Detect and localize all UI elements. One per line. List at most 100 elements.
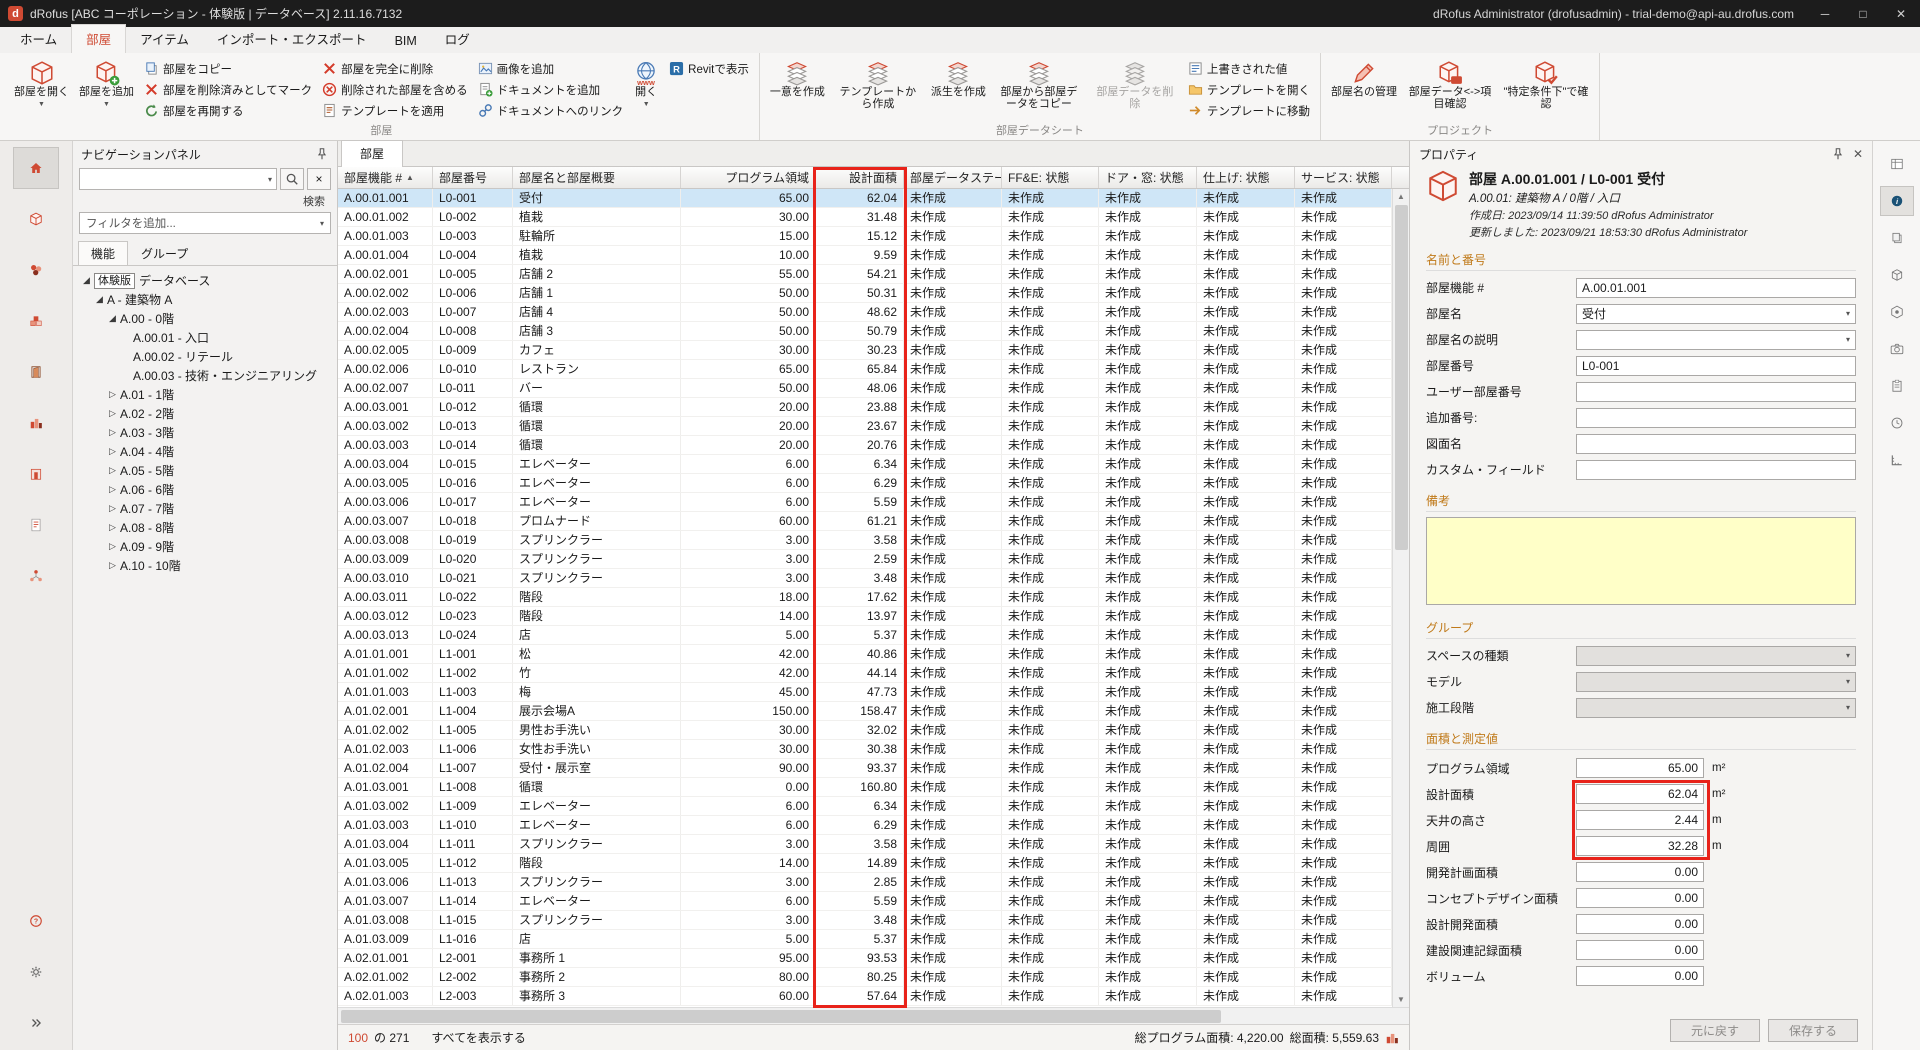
area-value-input[interactable]: 65.00 [1576, 758, 1704, 778]
tree-toggle-icon[interactable]: ▷ [105, 427, 120, 438]
tree-item[interactable]: ◢A - 建築物 A [73, 290, 337, 309]
table-row[interactable]: A.00.03.010L0-021スプリンクラー3.003.48未作成未作成未作… [338, 569, 1392, 588]
tree-item[interactable]: ◢体験版データベース [73, 271, 337, 290]
ribbon-tab[interactable]: 部屋 [71, 24, 126, 53]
column-header[interactable]: 部屋データステータス [904, 167, 1002, 188]
copy-room-data-button[interactable]: 部屋から部屋データをコピー [991, 55, 1087, 124]
field-input[interactable]: L0-001 [1576, 356, 1856, 376]
area-value-input[interactable]: 62.04 [1576, 784, 1704, 804]
field-input[interactable]: A.00.01.001 [1576, 278, 1856, 298]
table-row[interactable]: A.00.03.011L0-022階段18.0017.62未作成未作成未作成未作… [338, 588, 1392, 607]
column-header[interactable]: 部屋機能 #▲ [338, 167, 433, 188]
search-button[interactable] [280, 168, 304, 190]
table-row[interactable]: A.01.03.003L1-010エレベーター6.006.29未作成未作成未作成… [338, 816, 1392, 835]
field-input[interactable] [1576, 382, 1856, 402]
table-row[interactable]: A.00.02.001L0-005店舗 255.0054.21未作成未作成未作成… [338, 265, 1392, 284]
tab-rooms[interactable]: 部屋 [341, 140, 403, 167]
table-row[interactable]: A.01.03.005L1-012階段14.0014.89未作成未作成未作成未作… [338, 854, 1392, 873]
table-row[interactable]: A.01.01.001L1-001松42.0040.86未作成未作成未作成未作成… [338, 645, 1392, 664]
field-input[interactable] [1576, 408, 1856, 428]
field-select[interactable]: ▾ [1576, 330, 1856, 350]
tree-toggle-icon[interactable]: ▷ [105, 560, 120, 571]
table-row[interactable]: A.01.01.003L1-003梅45.0047.73未作成未作成未作成未作成… [338, 683, 1392, 702]
room-data-item-check-button[interactable]: 部屋データ<->項目確認 [1402, 55, 1498, 124]
add-filter-dropdown[interactable]: フィルタを追加... ▾ [79, 212, 331, 234]
room-name-management-button[interactable]: 部屋名の管理 [1326, 55, 1402, 124]
table-row[interactable]: A.00.02.006L0-010レストラン65.0065.84未作成未作成未作… [338, 360, 1392, 379]
field-select[interactable]: ▾ [1576, 672, 1856, 692]
tree-item[interactable]: ▷A.04 - 4階 [73, 442, 337, 461]
field-select[interactable]: 受付▾ [1576, 304, 1856, 324]
table-row[interactable]: A.00.03.002L0-013循環20.0023.67未作成未作成未作成未作… [338, 417, 1392, 436]
tree-toggle-icon[interactable]: ▷ [105, 408, 120, 419]
table-row[interactable]: A.02.01.002L2-002事務所 280.0080.25未作成未作成未作… [338, 968, 1392, 987]
search-input[interactable] [84, 171, 268, 187]
table-row[interactable]: A.02.01.003L2-003事務所 360.0057.64未作成未作成未作… [338, 987, 1392, 1006]
table-row[interactable]: A.01.03.004L1-011スプリンクラー3.003.58未作成未作成未作… [338, 835, 1392, 854]
chevrons-button[interactable] [13, 1002, 59, 1044]
area-value-input[interactable]: 2.44 [1576, 810, 1704, 830]
open-template-button[interactable]: テンプレートを開く [1183, 79, 1315, 100]
field-select[interactable]: ▾ [1576, 698, 1856, 718]
tree-toggle-icon[interactable]: ▷ [105, 541, 120, 552]
horizontal-scrollbar[interactable] [338, 1007, 1409, 1024]
area-value-input[interactable]: 0.00 [1576, 862, 1704, 882]
tree-toggle-icon[interactable]: ▷ [105, 503, 120, 514]
table-row[interactable]: A.00.03.005L0-016エレベーター6.006.29未作成未作成未作成… [338, 474, 1392, 493]
table-row[interactable]: A.00.02.003L0-007店舗 450.0048.62未作成未作成未作成… [338, 303, 1392, 322]
scroll-down-icon[interactable]: ▼ [1397, 992, 1405, 1007]
pin-icon[interactable] [315, 147, 329, 161]
tree-item[interactable]: ▷A.09 - 9階 [73, 537, 337, 556]
table-row[interactable]: A.01.03.008L1-015スプリンクラー3.003.48未作成未作成未作… [338, 911, 1392, 930]
ribbon-tab[interactable]: アイテム [126, 25, 203, 53]
tree-toggle-icon[interactable]: ◢ [92, 294, 107, 305]
panel-camera-button[interactable] [1880, 334, 1914, 364]
add-document-button[interactable]: ドキュメントを追加 [473, 79, 629, 100]
module-door-button[interactable] [13, 351, 59, 393]
open-room-button[interactable]: 部屋を開く ▼ [9, 55, 74, 124]
table-row[interactable]: A.01.03.006L1-013スプリンクラー3.002.85未作成未作成未作… [338, 873, 1392, 892]
horizontal-scroll-thumb[interactable] [341, 1010, 1221, 1023]
table-row[interactable]: A.01.03.007L1-014エレベーター6.005.59未作成未作成未作成… [338, 892, 1392, 911]
pin-icon[interactable] [1831, 147, 1845, 161]
table-row[interactable]: A.01.02.003L1-006女性お手洗い30.0030.38未作成未作成未… [338, 740, 1392, 759]
tree-toggle-icon[interactable]: ▷ [105, 389, 120, 400]
document-link-button[interactable]: ドキュメントへのリンク [473, 100, 629, 121]
area-value-input[interactable]: 0.00 [1576, 940, 1704, 960]
table-row[interactable]: A.00.01.004L0-004植栽10.009.59未作成未作成未作成未作成… [338, 246, 1392, 265]
table-row[interactable]: A.00.03.013L0-024店5.005.37未作成未作成未作成未作成未作… [338, 626, 1392, 645]
tree-toggle-icon[interactable]: ▷ [105, 446, 120, 457]
column-header[interactable]: 部屋名と部屋概要 [513, 167, 681, 188]
panel-clock-button[interactable] [1880, 408, 1914, 438]
maximize-button[interactable]: □ [1844, 0, 1882, 27]
table-row[interactable]: A.00.03.009L0-020スプリンクラー3.002.59未作成未作成未作… [338, 550, 1392, 569]
add-room-button[interactable]: 部屋を追加 ▼ [74, 55, 139, 124]
include-deleted-rooms-button[interactable]: 削除された部屋を含める [317, 79, 473, 100]
tree-item[interactable]: ▷A.03 - 3階 [73, 423, 337, 442]
column-header[interactable]: 部屋番号 [433, 167, 513, 188]
table-row[interactable]: A.00.02.002L0-006店舗 150.0050.31未作成未作成未作成… [338, 284, 1392, 303]
help-button[interactable]: ? [13, 900, 59, 942]
table-row[interactable]: A.01.02.004L1-007受付・展示室90.0093.37未作成未作成未… [338, 759, 1392, 778]
tree-toggle-icon[interactable]: ▷ [105, 484, 120, 495]
module-home-button[interactable] [13, 147, 59, 189]
tree-item[interactable]: ▷A.06 - 6階 [73, 480, 337, 499]
tree-item[interactable]: A.00.01 - 入口 [73, 328, 337, 347]
area-value-input[interactable]: 32.28 [1576, 836, 1704, 856]
field-input[interactable] [1576, 434, 1856, 454]
table-row[interactable]: A.01.01.002L1-002竹42.0044.14未作成未作成未作成未作成… [338, 664, 1392, 683]
chevron-down-icon[interactable]: ▾ [268, 175, 272, 184]
table-row[interactable]: A.00.02.007L0-011バー50.0048.06未作成未作成未作成未作… [338, 379, 1392, 398]
create-derived-button[interactable]: 派生を作成 [926, 55, 991, 124]
table-row[interactable]: A.01.03.001L1-008循環0.00160.80未作成未作成未作成未作… [338, 778, 1392, 797]
tree-toggle-icon[interactable]: ▷ [105, 522, 120, 533]
panel-info-button[interactable]: i [1880, 186, 1914, 216]
tree-item[interactable]: A.00.03 - 技術・エンジニアリング [73, 366, 337, 385]
panel-hexbox-button[interactable] [1880, 297, 1914, 327]
ribbon-tab[interactable]: ホーム [6, 25, 71, 53]
tree-item[interactable]: A.00.02 - リテール [73, 347, 337, 366]
column-header[interactable]: サービス: 状態 [1295, 167, 1392, 188]
close-button[interactable]: ✕ [1882, 0, 1920, 27]
panel-clipboard-button[interactable] [1880, 371, 1914, 401]
close-panel-icon[interactable]: ✕ [1853, 147, 1863, 161]
